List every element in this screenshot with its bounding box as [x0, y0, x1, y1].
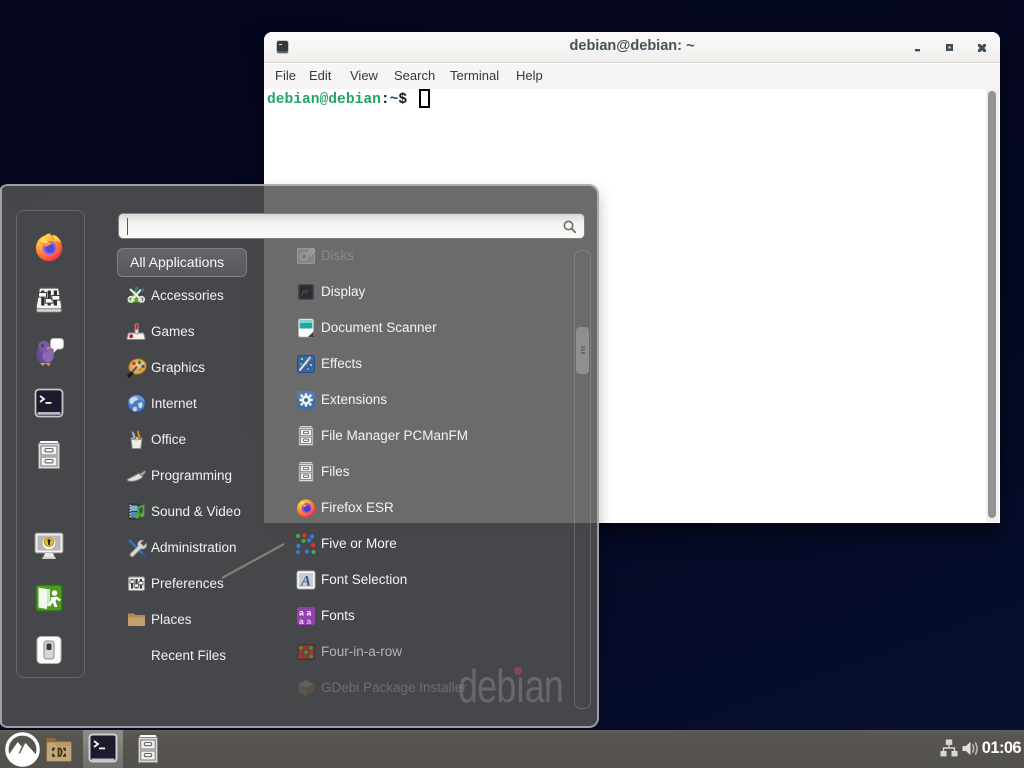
- svg-text:a: a: [307, 616, 312, 626]
- svg-text:a: a: [299, 616, 304, 626]
- svg-text:A: A: [300, 574, 311, 590]
